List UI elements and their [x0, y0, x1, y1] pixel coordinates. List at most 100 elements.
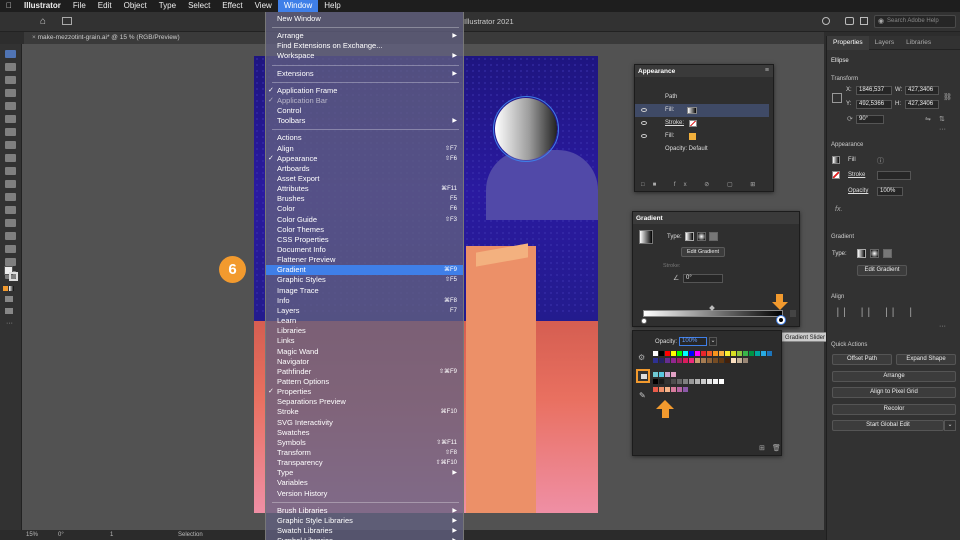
tab-libraries[interactable]: Libraries	[900, 39, 937, 46]
menu-item-color-guide[interactable]: Color Guide ⇧F3	[266, 215, 463, 225]
color-swatch[interactable]	[671, 387, 676, 392]
menu-item-css-properties[interactable]: CSS Properties	[266, 235, 463, 245]
menu-item-layers[interactable]: Layers F7	[266, 306, 463, 316]
color-swatch[interactable]	[761, 351, 766, 356]
workspace-switcher-icon[interactable]	[62, 17, 72, 25]
recolor-button[interactable]: Recolor	[832, 404, 956, 415]
paintbrush-tool-icon[interactable]	[5, 115, 16, 123]
color-swatch[interactable]	[689, 358, 694, 363]
opacity-field[interactable]: 100%	[877, 187, 903, 196]
height-field[interactable]: 427,3406	[905, 100, 939, 109]
arrange-button[interactable]: Arrange	[832, 371, 956, 382]
color-swatch[interactable]	[695, 358, 700, 363]
menu-item-toolbars[interactable]: Toolbars ▶	[266, 116, 463, 126]
freeform-type-icon[interactable]	[883, 249, 892, 258]
menu-item-application-frame[interactable]: ✓ Application Frame	[266, 86, 463, 96]
menu-item-brush-libraries[interactable]: Brush Libraries ▶	[266, 506, 463, 516]
shape-builder-tool-icon[interactable]	[5, 193, 16, 201]
artboard-nav-field[interactable]: 1	[110, 530, 113, 540]
moon-ellipse[interactable]	[493, 96, 559, 162]
color-swatch[interactable]	[695, 379, 700, 384]
menu-item-learn[interactable]: Learn	[266, 316, 463, 326]
appearance-opacity-row[interactable]: Opacity: Default	[635, 143, 769, 156]
menu-type[interactable]: Type	[153, 0, 182, 12]
color-swatch[interactable]	[689, 351, 694, 356]
menu-item-transform[interactable]: Transform ⇧F8	[266, 448, 463, 458]
color-swatch[interactable]	[683, 351, 688, 356]
color-swatch[interactable]	[767, 351, 772, 356]
color-swatch[interactable]	[719, 379, 724, 384]
color-swatch[interactable]	[737, 358, 742, 363]
menu-window[interactable]: Window	[277, 0, 319, 12]
color-swatch[interactable]	[665, 351, 670, 356]
pencil-tool-icon[interactable]	[5, 128, 16, 136]
color-swatch[interactable]	[695, 351, 700, 356]
eye-icon[interactable]	[641, 108, 647, 112]
color-swatch[interactable]	[665, 358, 670, 363]
start-global-edit-button[interactable]: Start Global Edit	[832, 420, 944, 431]
color-swatch[interactable]	[719, 358, 724, 363]
color-swatch[interactable]	[755, 351, 760, 356]
menu-item-appearance[interactable]: ✓ Appearance ⇧F6	[266, 154, 463, 164]
color-mode-icon[interactable]	[3, 286, 8, 291]
rotate-field[interactable]: 0°	[58, 530, 64, 540]
stroke-swatch[interactable]	[9, 272, 18, 281]
menu-item-find-extensions-on-exchange[interactable]: Find Extensions on Exchange...	[266, 41, 463, 51]
gradient-stop-black[interactable]	[777, 316, 785, 324]
direct-selection-tool-icon[interactable]	[5, 63, 16, 71]
menu-item-arrange[interactable]: Arrange ▶	[266, 31, 463, 41]
eye-icon[interactable]	[641, 121, 647, 125]
zoom-field[interactable]: 15%	[26, 530, 38, 540]
eyedropper-icon[interactable]: ✎	[639, 391, 646, 400]
menu-view[interactable]: View	[249, 0, 278, 12]
screen-mode-icon[interactable]	[5, 308, 13, 314]
menu-item-color-themes[interactable]: Color Themes	[266, 225, 463, 235]
gradient-mode-icon[interactable]	[9, 286, 14, 291]
menu-item-graphic-style-libraries[interactable]: Graphic Style Libraries ▶	[266, 516, 463, 526]
stroke-label[interactable]: Stroke	[848, 172, 865, 178]
menu-help[interactable]: Help	[318, 0, 346, 12]
menu-effect[interactable]: Effect	[216, 0, 248, 12]
align-icons-row[interactable]: ▕▏▕▏▕▏▕	[832, 308, 956, 318]
menu-item-pathfinder[interactable]: Pathfinder ⇧⌘F9	[266, 367, 463, 377]
color-swatch[interactable]	[665, 372, 670, 377]
color-swatch[interactable]	[665, 379, 670, 384]
appearance-path-row[interactable]: Path	[635, 91, 769, 104]
color-swatch[interactable]	[689, 379, 694, 384]
color-swatch[interactable]	[725, 351, 730, 356]
color-swatch[interactable]	[731, 358, 736, 363]
menu-item-control[interactable]: Control	[266, 106, 463, 116]
color-swatch[interactable]	[701, 358, 706, 363]
appearance-fill-row[interactable]: Fill:	[635, 104, 769, 117]
menu-item-properties[interactable]: ✓ Properties	[266, 387, 463, 397]
curvature-tool-icon[interactable]	[5, 89, 16, 97]
stroke-weight-field[interactable]	[877, 171, 911, 180]
color-swatch[interactable]	[713, 351, 718, 356]
color-swatch[interactable]	[701, 351, 706, 356]
color-swatch[interactable]	[653, 351, 658, 356]
global-edit-dropdown-icon[interactable]: ⌄	[944, 420, 956, 431]
scale-tool-icon[interactable]	[5, 180, 16, 188]
menu-item-stroke[interactable]: Stroke ⌘F10	[266, 407, 463, 417]
menu-item-brushes[interactable]: Brushes F5	[266, 194, 463, 204]
color-swatch[interactable]	[653, 372, 658, 377]
color-swatch[interactable]	[719, 351, 724, 356]
link-proportions-icon[interactable]: ⛓	[943, 93, 952, 101]
freeform-gradient-button[interactable]	[709, 232, 718, 241]
tab-layers[interactable]: Layers	[869, 39, 901, 46]
flip-vertical-icon[interactable]: ⇅	[939, 115, 945, 123]
edit-gradient-button[interactable]: Edit Gradient	[681, 247, 725, 257]
tab-properties[interactable]: Properties	[827, 35, 869, 50]
popup-opacity-field[interactable]: 100%	[679, 337, 707, 346]
menu-item-symbol-libraries[interactable]: Symbol Libraries ▶	[266, 536, 463, 540]
menu-item-workspace[interactable]: Workspace ▶	[266, 51, 463, 61]
menu-item-variables[interactable]: Variables	[266, 478, 463, 488]
color-swatch[interactable]	[743, 358, 748, 363]
menu-item-asset-export[interactable]: Asset Export	[266, 174, 463, 184]
eye-icon[interactable]	[641, 134, 647, 138]
color-swatch[interactable]	[725, 358, 730, 363]
color-swatch[interactable]	[671, 372, 676, 377]
rotate-tool-icon[interactable]	[5, 154, 16, 162]
linear-type-icon[interactable]	[857, 249, 866, 258]
color-swatch[interactable]	[749, 351, 754, 356]
